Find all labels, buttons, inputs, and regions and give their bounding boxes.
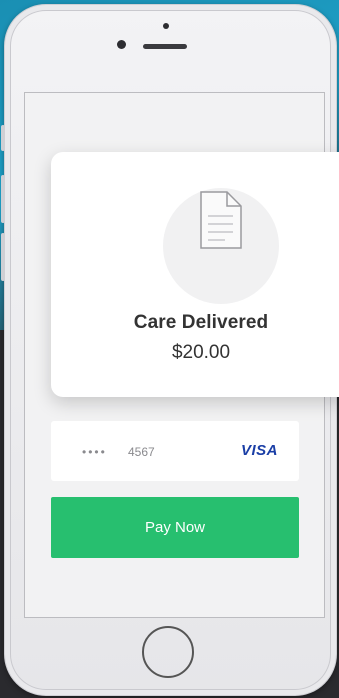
volume-down-button xyxy=(1,233,5,281)
volume-up-button xyxy=(1,175,5,223)
receipt-amount: $20.00 xyxy=(171,342,231,363)
document-icon xyxy=(200,191,242,249)
home-button[interactable] xyxy=(142,626,194,678)
proximity-sensor xyxy=(163,23,169,29)
mute-switch xyxy=(1,125,5,151)
front-camera xyxy=(117,40,126,49)
card-last4: 4567 xyxy=(128,445,155,459)
visa-logo: VISA xyxy=(241,442,279,459)
card-mask: •••• xyxy=(82,445,107,459)
pay-now-button[interactable]: Pay Now xyxy=(51,497,299,558)
earpiece-speaker xyxy=(143,44,187,49)
receipt-title: Care Delivered xyxy=(133,312,269,333)
